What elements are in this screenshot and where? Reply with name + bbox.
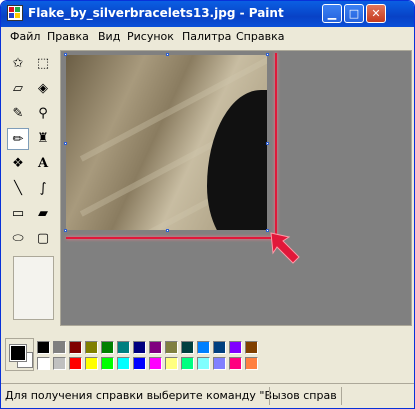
rounded-rectangle-icon: ▢ bbox=[36, 231, 50, 246]
palette-swatch[interactable] bbox=[149, 357, 162, 370]
pencil-icon: ✏ bbox=[12, 132, 24, 147]
text-tool[interactable]: A bbox=[32, 153, 54, 175]
annotation-line-bottom bbox=[66, 237, 277, 239]
pick-color-icon: ✎ bbox=[12, 106, 24, 121]
palette-swatch[interactable] bbox=[197, 357, 210, 370]
select-tool[interactable]: ⬚ bbox=[32, 53, 54, 75]
palette-swatch[interactable] bbox=[37, 357, 50, 370]
palette-swatch[interactable] bbox=[149, 341, 162, 354]
menu-view[interactable]: Вид bbox=[98, 30, 120, 43]
menu-file[interactable]: Файл bbox=[10, 30, 40, 43]
rectangle-icon: ▭ bbox=[11, 206, 25, 221]
cat-fur bbox=[207, 90, 267, 230]
close-button[interactable]: ✕ bbox=[366, 4, 386, 23]
resize-handle bbox=[266, 53, 269, 56]
brush-tool[interactable]: ♜ bbox=[32, 128, 54, 150]
palette-swatch[interactable] bbox=[53, 341, 66, 354]
palette-swatch[interactable] bbox=[53, 357, 66, 370]
polygon-tool[interactable]: ▰ bbox=[32, 203, 54, 225]
curve-tool[interactable]: ∫ bbox=[32, 178, 54, 200]
menu-image[interactable]: Рисунок bbox=[127, 30, 174, 43]
tool-options-panel[interactable] bbox=[13, 256, 54, 320]
status-size bbox=[341, 387, 412, 405]
minimize-button[interactable]: ▁ bbox=[322, 4, 342, 23]
airbrush-tool[interactable]: ❖ bbox=[7, 153, 29, 175]
foreground-color bbox=[9, 344, 27, 362]
maximize-button[interactable]: □ bbox=[344, 4, 364, 23]
fill-icon: ◈ bbox=[38, 81, 48, 96]
line-icon: ╲ bbox=[14, 181, 22, 196]
annotation-arrow-icon bbox=[270, 232, 300, 264]
maximize-icon: □ bbox=[348, 7, 360, 20]
palette-swatch[interactable] bbox=[69, 341, 82, 354]
palette-swatch[interactable] bbox=[69, 357, 82, 370]
airbrush-icon: ❖ bbox=[12, 156, 24, 171]
status-coordinates bbox=[269, 387, 340, 405]
close-icon: ✕ bbox=[371, 7, 381, 20]
rectangle-tool[interactable]: ▭ bbox=[7, 203, 29, 225]
ellipse-icon: ⬭ bbox=[12, 231, 24, 246]
pencil-tool[interactable]: ✏ bbox=[7, 128, 29, 150]
paint-app-icon[interactable] bbox=[7, 5, 23, 21]
magnifier-tool[interactable]: ⚲ bbox=[32, 103, 54, 125]
palette-swatch[interactable] bbox=[181, 341, 194, 354]
ellipse-tool[interactable]: ⬭ bbox=[7, 228, 29, 250]
title-bar[interactable]: Flake_by_silverbracelets13.jpg - Paint ▁… bbox=[1, 1, 414, 27]
resize-handle-right[interactable] bbox=[266, 142, 269, 145]
current-colors[interactable] bbox=[5, 338, 34, 371]
palette-swatch[interactable] bbox=[101, 357, 114, 370]
palette-swatch[interactable] bbox=[117, 341, 130, 354]
eraser-tool[interactable]: ▱ bbox=[7, 78, 29, 100]
curve-icon: ∫ bbox=[39, 181, 47, 196]
status-bar: Для получения справки выберите команду "… bbox=[1, 383, 414, 408]
minimize-icon: ▁ bbox=[327, 7, 337, 20]
palette-swatch[interactable] bbox=[181, 357, 194, 370]
resize-handle bbox=[64, 142, 67, 145]
palette-swatch[interactable] bbox=[245, 357, 258, 370]
palette-swatch[interactable] bbox=[165, 341, 178, 354]
toolbox: ✩ ⬚ ▱ ◈ ✎ ⚲ ✏ ♜ ❖ A ╲ ∫ ▭ ▰ ⬭ ▢ bbox=[4, 50, 58, 327]
palette-swatch[interactable] bbox=[133, 357, 146, 370]
palette-swatch[interactable] bbox=[213, 341, 226, 354]
resize-handle bbox=[64, 53, 67, 56]
palette-swatch[interactable] bbox=[85, 341, 98, 354]
pick-color-tool[interactable]: ✎ bbox=[7, 103, 29, 125]
palette-swatch[interactable] bbox=[197, 341, 210, 354]
text-icon: A bbox=[37, 156, 49, 171]
menu-edit[interactable]: Правка bbox=[47, 30, 89, 43]
color-palette bbox=[4, 338, 414, 376]
palette-swatch[interactable] bbox=[117, 357, 130, 370]
fill-tool[interactable]: ◈ bbox=[32, 78, 54, 100]
resize-handle bbox=[64, 229, 67, 232]
palette-swatch[interactable] bbox=[229, 357, 242, 370]
menu-colors[interactable]: Палитра bbox=[182, 30, 231, 43]
palette-swatch[interactable] bbox=[37, 341, 50, 354]
canvas-area[interactable] bbox=[60, 50, 412, 326]
palette-swatch[interactable] bbox=[133, 341, 146, 354]
annotation-line-right bbox=[275, 53, 277, 237]
resize-handle bbox=[166, 53, 169, 56]
menu-help[interactable]: Справка bbox=[236, 30, 284, 43]
polygon-icon: ▰ bbox=[38, 206, 48, 221]
palette-swatch[interactable] bbox=[229, 341, 242, 354]
window-title: Flake_by_silverbracelets13.jpg - Paint bbox=[28, 6, 284, 20]
palette-swatch[interactable] bbox=[101, 341, 114, 354]
brush-icon: ♜ bbox=[37, 131, 49, 146]
free-form-select-tool[interactable]: ✩ bbox=[7, 53, 29, 75]
palette-swatch[interactable] bbox=[245, 341, 258, 354]
palette-swatch[interactable] bbox=[213, 357, 226, 370]
palette-swatch[interactable] bbox=[85, 357, 98, 370]
paint-window: Flake_by_silverbracelets13.jpg - Paint ▁… bbox=[0, 0, 415, 409]
free-form-select-icon: ✩ bbox=[12, 56, 24, 71]
magnifier-icon: ⚲ bbox=[38, 106, 48, 121]
menu-bar: Файл Правка Вид Рисунок Палитра Справка bbox=[1, 27, 414, 46]
resize-handle-bottom[interactable] bbox=[166, 229, 169, 232]
line-tool[interactable]: ╲ bbox=[7, 178, 29, 200]
rounded-rectangle-tool[interactable]: ▢ bbox=[32, 228, 54, 250]
palette-swatch[interactable] bbox=[165, 357, 178, 370]
image-canvas[interactable] bbox=[66, 55, 267, 230]
eraser-icon: ▱ bbox=[13, 81, 23, 96]
select-icon: ⬚ bbox=[36, 56, 50, 71]
